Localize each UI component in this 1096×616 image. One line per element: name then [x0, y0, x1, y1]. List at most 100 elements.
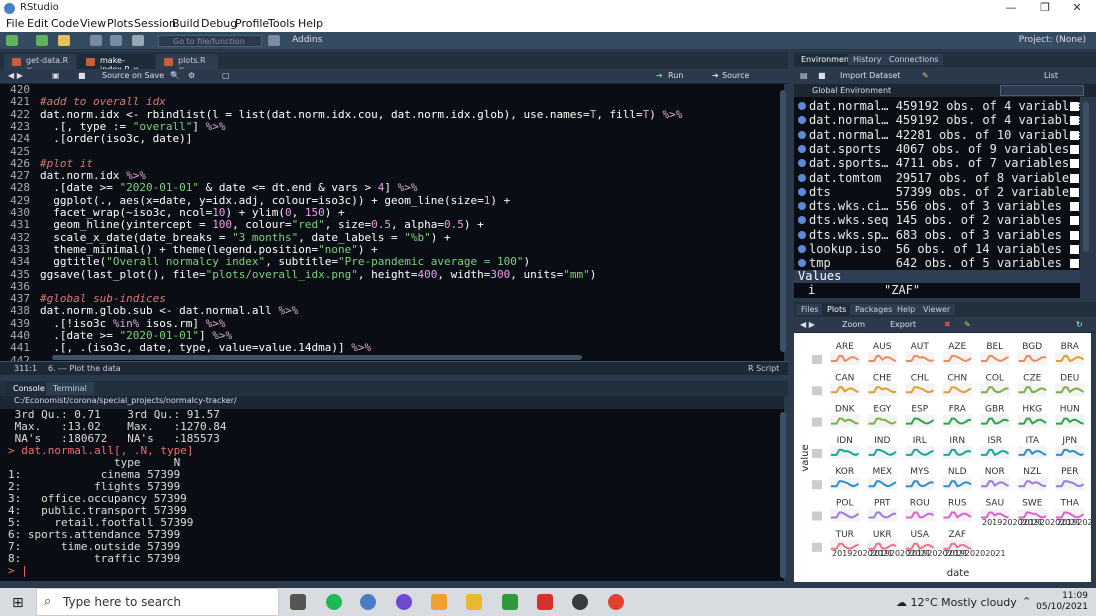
env-object-row[interactable]: dat.tomtom 29517 obs. of 8 variables: [798, 171, 1079, 185]
prev-plot-icon[interactable]: ◀ ▶: [800, 320, 815, 329]
sublime-icon[interactable]: [431, 594, 447, 610]
slack-icon[interactable]: [572, 594, 588, 610]
broom-icon[interactable]: ✎: [922, 71, 929, 80]
menu-debug[interactable]: Debug: [201, 17, 237, 30]
tab-get-data[interactable]: get-data.R ×: [4, 54, 76, 74]
remove-plot-icon[interactable]: ✖: [944, 320, 951, 329]
tab-connections[interactable]: Connections: [884, 54, 944, 65]
expand-object-icon[interactable]: [798, 216, 806, 225]
print-icon[interactable]: [132, 35, 144, 46]
save-icon[interactable]: ■: [818, 71, 826, 80]
console-output[interactable]: 3rd Qu.: 0.71 3rd Qu.: 91.57 Max. :13.02…: [0, 409, 784, 581]
clear-plots-icon[interactable]: ✎: [964, 320, 971, 329]
env-object-row[interactable]: dat.sports… 4711 obs. of 7 variables: [798, 156, 1079, 170]
menu-edit[interactable]: Edit: [27, 17, 48, 30]
menu-plots[interactable]: Plots: [107, 17, 133, 30]
menu-code[interactable]: Code: [51, 17, 79, 30]
system-clock[interactable]: 11:09 05/10/2021: [1036, 591, 1088, 613]
code-tools-icon[interactable]: ⚙: [188, 71, 195, 80]
github-icon[interactable]: [396, 594, 412, 610]
menu-help[interactable]: Help: [298, 17, 323, 30]
env-object-row[interactable]: dat.sports 4067 obs. of 9 variables: [798, 142, 1079, 156]
expand-object-icon[interactable]: [798, 245, 806, 253]
expand-object-icon[interactable]: [798, 102, 806, 110]
env-object-row[interactable]: dts.wks.sp… 683 obs. of 3 variables: [798, 228, 1079, 242]
console-scrollbar[interactable]: [780, 412, 786, 578]
env-scrollbar[interactable]: [1083, 102, 1089, 252]
view-grid-icon[interactable]: [1070, 202, 1079, 212]
view-grid-icon[interactable]: [1070, 159, 1079, 169]
menu-build[interactable]: Build: [172, 17, 200, 30]
expand-object-icon[interactable]: [798, 116, 806, 125]
menu-profile[interactable]: Profile: [235, 17, 269, 30]
zoom-button[interactable]: Zoom: [842, 320, 865, 329]
project-menu[interactable]: Project: (None): [1019, 35, 1086, 45]
tab-terminal[interactable]: Terminal: [46, 382, 94, 395]
view-grid-icon[interactable]: [1070, 116, 1079, 126]
env-search-input[interactable]: [1000, 85, 1084, 96]
save-icon[interactable]: [90, 35, 102, 46]
code-line[interactable]: 435 ggsave(last_plot(), file="plots/overa…: [0, 268, 596, 281]
scope-selector[interactable]: Global Environment: [812, 86, 891, 95]
view-grid-icon[interactable]: [1070, 102, 1079, 111]
view-grid-icon[interactable]: [1070, 144, 1079, 154]
expand-object-icon[interactable]: [798, 159, 806, 168]
import-dataset-button[interactable]: Import Dataset: [840, 71, 900, 80]
menu-view[interactable]: View: [80, 17, 106, 30]
env-object-row[interactable]: dat.normal… 459192 obs. of 4 variables: [798, 113, 1080, 127]
windows-start-icon[interactable]: ⊞: [12, 595, 24, 611]
expand-object-icon[interactable]: [798, 230, 806, 239]
export-button[interactable]: Export: [890, 320, 916, 329]
source-on-save-checkbox[interactable]: Source on Save: [102, 71, 164, 80]
chevron-up-icon[interactable]: ⌃: [1022, 595, 1031, 608]
save-icon[interactable]: ■: [78, 71, 86, 80]
taskbar-search[interactable]: Type here to search: [36, 588, 279, 616]
tab-viewer[interactable]: Viewer: [918, 304, 956, 315]
tab-files[interactable]: Files: [796, 304, 824, 315]
goto-file-input[interactable]: Go to file/function: [158, 35, 262, 47]
back-arrow-icon[interactable]: ◀ ▶: [8, 71, 23, 80]
chrome-icon[interactable]: [608, 594, 624, 610]
expand-object-icon[interactable]: [798, 130, 806, 139]
env-object-row[interactable]: dts 57399 obs. of 2 variables: [798, 185, 1079, 199]
acrobat-icon[interactable]: [537, 594, 553, 610]
file-explorer-icon[interactable]: [466, 594, 482, 610]
tab-help[interactable]: Help: [892, 304, 921, 315]
minimize-button[interactable]: —: [996, 0, 1026, 16]
view-grid-icon[interactable]: [1070, 173, 1079, 183]
tab-make-index[interactable]: make-index.R ×: [78, 54, 154, 74]
maximize-button[interactable]: ❐: [1030, 0, 1060, 16]
editor-hscrollbar[interactable]: [52, 355, 582, 360]
menu-session[interactable]: Session: [134, 17, 176, 30]
open-icon[interactable]: ▤: [800, 71, 808, 80]
spotify-icon[interactable]: [326, 594, 342, 610]
new-file-icon[interactable]: [6, 35, 18, 46]
view-grid-icon[interactable]: [1070, 130, 1079, 140]
expand-object-icon[interactable]: [798, 259, 806, 268]
env-object-row[interactable]: dts.wks.ci… 556 obs. of 3 variables: [798, 199, 1079, 213]
open-folder-icon[interactable]: [58, 35, 70, 46]
env-object-row[interactable]: dat.normal… 459192 obs. of 4 variables: [798, 99, 1080, 113]
view-grid-icon[interactable]: [1070, 187, 1079, 197]
list-view-button[interactable]: List: [1044, 71, 1058, 80]
code-line[interactable]: 425: [0, 145, 40, 158]
tab-plots[interactable]: Plots: [822, 304, 852, 315]
tab-history[interactable]: History: [848, 54, 887, 65]
view-grid-icon[interactable]: [1070, 230, 1079, 240]
search-icon[interactable]: 🔍: [170, 71, 180, 80]
env-object-row[interactable]: dat.normal… 42281 obs. of 10 variables: [798, 128, 1080, 142]
menu-tools[interactable]: Tools: [268, 17, 295, 30]
expand-object-icon[interactable]: [798, 173, 806, 182]
compile-report-icon[interactable]: ▢: [222, 71, 230, 80]
code-line[interactable]: 424 .[order(iso3c, date)]: [0, 132, 192, 145]
view-grid-icon[interactable]: [1070, 259, 1079, 269]
expand-object-icon[interactable]: [798, 187, 806, 196]
code-editor[interactable]: 420 421 #add to overall idx 422 dat.norm.idx…: [0, 84, 784, 361]
task-view-icon[interactable]: [290, 594, 306, 610]
editor-scrollbar[interactable]: [780, 90, 786, 352]
new-project-icon[interactable]: [36, 35, 48, 46]
tab-packages[interactable]: Packages: [850, 304, 898, 315]
code-line[interactable]: 441 .[, .(iso3c, date, type, value=value…: [0, 341, 371, 354]
close-button[interactable]: ✕: [1062, 0, 1092, 16]
refresh-icon[interactable]: ↻: [1076, 320, 1083, 329]
